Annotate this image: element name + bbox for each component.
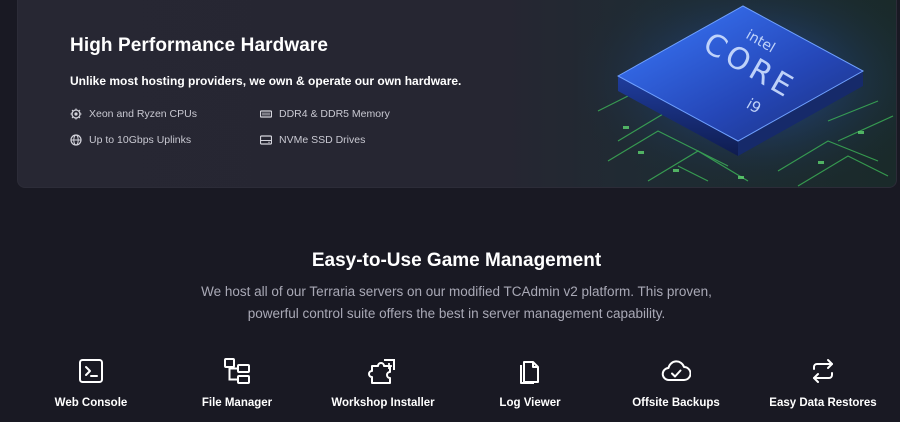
tool-workshop-installer: Workshop Installer: [308, 356, 458, 409]
cpu-icon: [70, 108, 82, 120]
tool-offsite-backups: Offsite Backups: [601, 356, 751, 409]
tool-label: Log Viewer: [499, 397, 561, 409]
tool-label: Workshop Installer: [331, 397, 435, 409]
tool-web-console: Web Console: [16, 356, 166, 409]
feature-label: DDR4 & DDR5 Memory: [279, 108, 390, 120]
folder-tree-icon: [222, 356, 252, 386]
management-description: We host all of our Terraria servers on o…: [201, 284, 712, 321]
management-title: Easy-to-Use Game Management: [311, 250, 602, 271]
tool-file-manager: File Manager: [162, 356, 312, 409]
document-icon: [515, 356, 545, 386]
tool-label: Offsite Backups: [632, 397, 720, 409]
tool-label: File Manager: [201, 397, 273, 409]
hardware-card: High Performance Hardware Unlike most ho…: [17, 0, 897, 188]
refresh-icon: [808, 356, 838, 386]
terminal-icon: [76, 356, 106, 386]
globe-icon: [70, 134, 82, 146]
feature-memory: DDR4 & DDR5 Memory: [260, 108, 390, 120]
cpu-chip-image: intel CORE i9: [578, 0, 896, 187]
tool-label: Web Console: [54, 397, 128, 409]
tool-label: Easy Data Restores: [769, 397, 877, 409]
feature-drives: NVMe SSD Drives: [260, 134, 365, 146]
drive-icon: [260, 134, 272, 146]
feature-label: Up to 10Gbps Uplinks: [89, 134, 192, 146]
hardware-title: High Performance Hardware: [70, 35, 329, 56]
memory-icon: [260, 108, 272, 120]
tool-log-viewer: Log Viewer: [455, 356, 605, 409]
feature-label: NVMe SSD Drives: [279, 134, 366, 146]
feature-cpu: Xeon and Ryzen CPUs: [70, 108, 197, 120]
cloud-check-icon: [661, 356, 692, 386]
puzzle-icon: [368, 356, 398, 386]
tool-easy-data-restores: Easy Data Restores: [748, 356, 898, 409]
hardware-subtitle: Unlike most hosting providers, we own & …: [70, 74, 462, 88]
feature-uplinks: Up to 10Gbps Uplinks: [70, 134, 191, 146]
feature-label: Xeon and Ryzen CPUs: [89, 108, 197, 120]
